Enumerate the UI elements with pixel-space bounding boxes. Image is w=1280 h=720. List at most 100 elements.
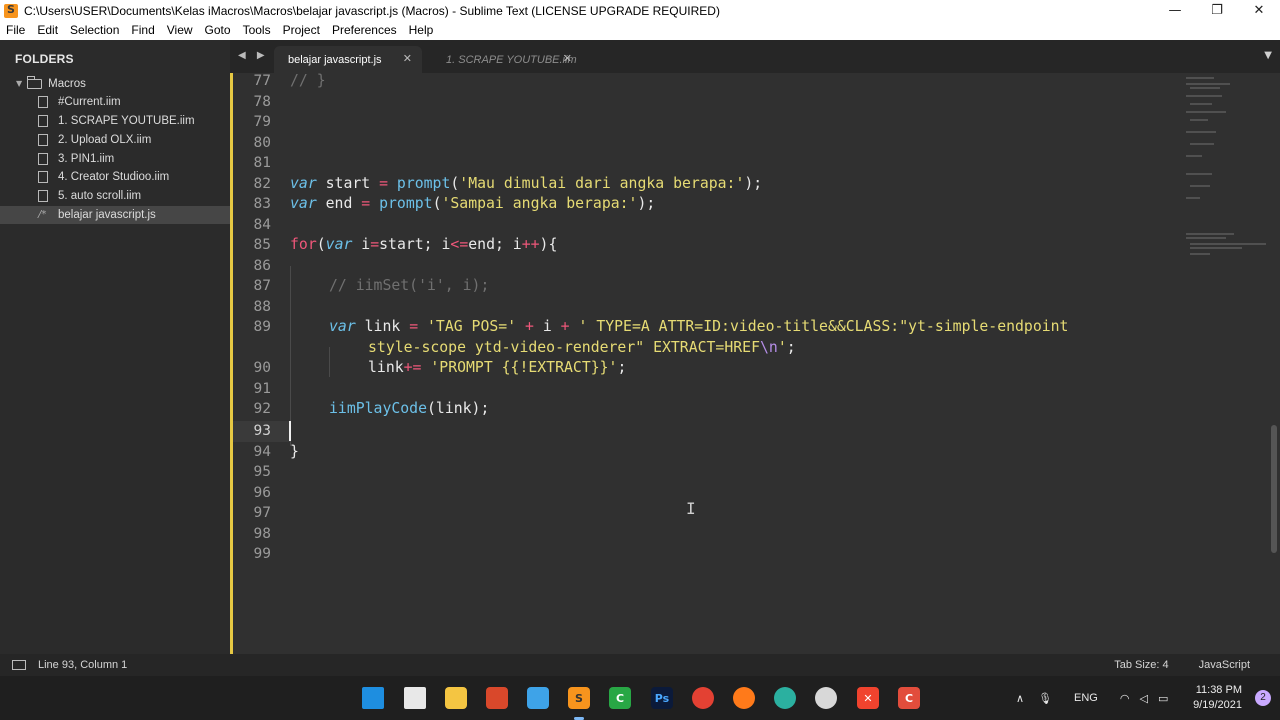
- operator: ++: [521, 236, 540, 253]
- photoshop-icon[interactable]: Ps: [651, 687, 673, 709]
- tab-close-icon[interactable]: ✕: [563, 52, 572, 65]
- code-line-89-wrap: style-scope ytd-video-renderer" EXTRACT=…: [368, 338, 796, 359]
- string: style-scope ytd-video-renderer" EXTRACT=…: [368, 338, 760, 356]
- sidebar-file-auto-scroll[interactable]: 5. auto scroll.iim: [0, 187, 230, 206]
- string: ' TYPE=A ATTR=ID:video-title&&CLASS:"yt-…: [569, 318, 1069, 335]
- minimap-line: [1186, 237, 1226, 239]
- tab-scrape-youtube[interactable]: 1. SCRAPE YOUTUBE.iim ✕: [432, 46, 582, 73]
- tab-size[interactable]: Tab Size: 4: [1114, 659, 1168, 671]
- comment: // iimSet('i', i);: [329, 277, 490, 294]
- identifier: i: [533, 318, 561, 335]
- folder-macros[interactable]: ▼ Macros: [0, 74, 230, 93]
- menu-edit[interactable]: Edit: [31, 21, 64, 40]
- firefox-icon[interactable]: [733, 687, 755, 709]
- code-line-90: link+= 'PROMPT {{!EXTRACT}}';: [368, 358, 626, 379]
- vertical-scrollbar[interactable]: [1271, 425, 1277, 553]
- file-label: 2. Upload OLX.iim: [58, 133, 152, 146]
- identifier: start: [316, 174, 380, 192]
- line-number: 95: [253, 464, 271, 480]
- operator: =: [379, 174, 389, 192]
- string: 'Mau dimulai dari angka berapa:': [459, 174, 745, 192]
- keyword: var: [325, 236, 353, 253]
- sidebar-file-scrape-youtube[interactable]: 1. SCRAPE YOUTUBE.iim: [0, 112, 230, 131]
- clock-time: 11:38 PM: [1195, 684, 1242, 696]
- minimap[interactable]: [1182, 73, 1266, 273]
- clock-date: 9/19/2021: [1193, 699, 1242, 711]
- keyword: var: [290, 195, 317, 212]
- app-circle-icon[interactable]: [815, 687, 837, 709]
- minimap-line: [1186, 173, 1212, 175]
- identifier: link: [355, 318, 410, 335]
- string: 'TAG POS=': [418, 318, 517, 335]
- windows-start-icon[interactable]: [362, 687, 384, 709]
- line-number: 81: [253, 155, 271, 171]
- line-number-gutter: 77 78 79 80 81 82 83 84 85 86 87 88 89 9…: [230, 73, 291, 654]
- volume-icon[interactable]: ◁: [1139, 692, 1147, 705]
- sidebar-file-upload-olx[interactable]: 2. Upload OLX.iim: [0, 131, 230, 150]
- punctuation: (: [450, 174, 460, 192]
- file-explorer-icon[interactable]: [445, 687, 467, 709]
- menu-help[interactable]: Help: [403, 21, 440, 40]
- sidebar-file-creator-studioo[interactable]: 4. Creator Studioo.iim: [0, 168, 230, 187]
- chevron-up-icon[interactable]: ∧: [1016, 692, 1024, 705]
- file-icon: [38, 152, 48, 165]
- minimap-line: [1186, 197, 1200, 199]
- indent-guide: [290, 266, 291, 446]
- sidebar-file-current[interactable]: #Current.iim: [0, 93, 230, 112]
- line-number: 90: [253, 360, 271, 376]
- menu-tools[interactable]: Tools: [237, 21, 277, 40]
- menu-goto[interactable]: Goto: [199, 21, 237, 40]
- file-label: belajar javascript.js: [58, 208, 156, 221]
- camtasia-icon[interactable]: C: [609, 687, 631, 709]
- menu-bar: File Edit Selection Find View Goto Tools…: [0, 21, 1280, 40]
- chrome-icon[interactable]: [692, 687, 714, 709]
- menu-selection[interactable]: Selection: [64, 21, 125, 40]
- clock[interactable]: 11:38 PM 9/19/2021: [1193, 683, 1242, 713]
- code-editor[interactable]: 77 78 79 80 81 82 83 84 85 86 87 88 89 9…: [230, 73, 1280, 654]
- minimap-line: [1186, 83, 1230, 85]
- close-button[interactable]: ✕: [1238, 0, 1280, 21]
- battery-icon[interactable]: ▭: [1158, 692, 1168, 705]
- menu-preferences[interactable]: Preferences: [326, 21, 403, 40]
- app-red-icon[interactable]: [486, 687, 508, 709]
- file-icon: [38, 133, 48, 146]
- microphone-icon[interactable]: 🎙: [1038, 692, 1052, 705]
- escape-sequence: \n: [759, 338, 778, 356]
- line-number: 86: [253, 257, 271, 274]
- app-red-2-icon[interactable]: C: [898, 687, 920, 709]
- minimap-line: [1186, 131, 1216, 133]
- operator: +: [560, 318, 570, 335]
- tab-dropdown-icon[interactable]: ▼: [1264, 50, 1272, 61]
- keyword: for: [290, 236, 317, 253]
- sidebar-file-pin1[interactable]: 3. PIN1.iim: [0, 149, 230, 168]
- syntax-mode[interactable]: JavaScript: [1199, 659, 1250, 671]
- expand-arrow-icon[interactable]: ▼: [16, 79, 22, 88]
- edge-icon[interactable]: [774, 687, 796, 709]
- tab-belajar-javascript[interactable]: belajar javascript.js ✕: [274, 46, 422, 73]
- xampp-icon[interactable]: ✕: [857, 687, 879, 709]
- file-label: 5. auto scroll.iim: [58, 190, 142, 203]
- panel-toggle-icon[interactable]: [12, 660, 26, 670]
- minimap-line: [1186, 233, 1234, 235]
- sidebar: FOLDERS ▼ Macros #Current.iim 1. SCRAPE …: [0, 40, 230, 654]
- tab-nav-arrows-icon[interactable]: ◀ ▶: [238, 50, 269, 61]
- code-line-89: var link = 'TAG POS=' + i + ' TYPE=A ATT…: [329, 317, 1068, 338]
- punctuation: );: [637, 195, 656, 212]
- line-number: 84: [253, 216, 271, 233]
- file-label: 1. SCRAPE YOUTUBE.iim: [58, 115, 195, 128]
- menu-find[interactable]: Find: [125, 21, 160, 40]
- minimize-button[interactable]: —: [1154, 0, 1196, 21]
- menu-file[interactable]: File: [0, 21, 31, 40]
- language-indicator[interactable]: ENG: [1074, 692, 1098, 704]
- sublime-text-icon[interactable]: S: [568, 687, 590, 709]
- task-view-icon[interactable]: [404, 687, 426, 709]
- notepad-icon[interactable]: [527, 687, 549, 709]
- sidebar-file-belajar-javascript[interactable]: /* belajar javascript.js: [0, 205, 230, 225]
- maximize-button[interactable]: ❐: [1196, 0, 1238, 21]
- notification-badge[interactable]: 2: [1255, 690, 1271, 706]
- function-name: iimPlayCode: [329, 400, 427, 417]
- menu-view[interactable]: View: [161, 21, 199, 40]
- tab-close-icon[interactable]: ✕: [403, 52, 412, 65]
- menu-project[interactable]: Project: [277, 21, 326, 40]
- wifi-icon[interactable]: ◠: [1120, 692, 1130, 705]
